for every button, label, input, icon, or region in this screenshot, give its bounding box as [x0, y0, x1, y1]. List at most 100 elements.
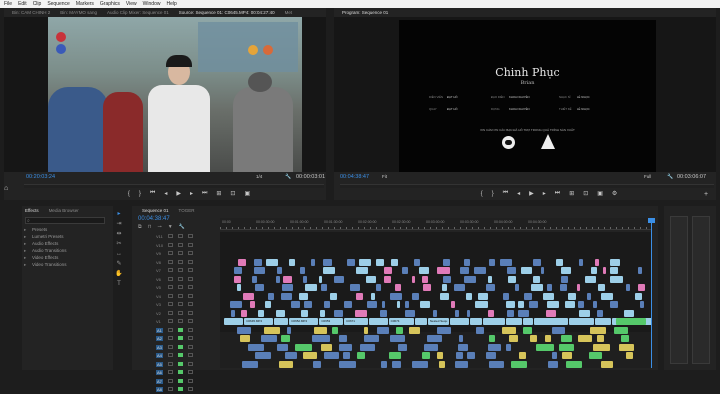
eye-icon[interactable] [188, 361, 193, 366]
pen-tool-icon[interactable]: ✎ [115, 260, 123, 268]
timeline-clip[interactable] [506, 318, 523, 325]
lock-icon[interactable] [168, 268, 173, 272]
lock-icon[interactable] [168, 302, 173, 306]
timeline-clip[interactable] [540, 267, 544, 274]
eye-icon[interactable] [188, 378, 193, 383]
track-name[interactable]: V3 [156, 302, 161, 307]
timeline-clip[interactable] [412, 292, 419, 300]
eye-icon[interactable] [188, 336, 193, 340]
timeline-clip[interactable] [546, 301, 560, 308]
lock-icon[interactable] [168, 387, 173, 391]
timeline-clip[interactable] [240, 309, 247, 317]
linked-selection-icon[interactable]: ⊸ [157, 224, 161, 230]
razor-tool-icon[interactable]: ✂ [115, 240, 123, 248]
timeline-clip[interactable] [545, 309, 557, 317]
timeline-clip[interactable] [593, 343, 610, 351]
frame-back-icon[interactable]: ◂ [164, 190, 167, 197]
timeline-clip[interactable] [566, 360, 582, 368]
timeline-clip[interactable] [233, 275, 242, 283]
eye-icon[interactable] [188, 293, 193, 298]
timeline-clip[interactable] [529, 335, 538, 342]
menu-item-window[interactable]: Window [143, 0, 161, 8]
program-quality[interactable]: Full [644, 174, 651, 179]
timeline-clip[interactable] [469, 318, 482, 325]
frame-forward-icon[interactable]: ▸ [543, 190, 546, 197]
timeline-clip[interactable] [594, 318, 611, 325]
timeline-clip[interactable] [312, 335, 330, 342]
menu-item-edit[interactable]: Edit [18, 0, 27, 8]
effects-tab-0[interactable]: Effects [25, 208, 39, 213]
timeline-clip[interactable] [544, 335, 551, 342]
timeline-clip[interactable] [346, 258, 355, 266]
snap-icon[interactable]: ⊓ [148, 224, 152, 230]
insert-icon[interactable]: ⊞ [216, 190, 221, 197]
timeline-clip[interactable] [301, 309, 308, 317]
sync-icon[interactable] [178, 302, 183, 306]
timeline-clip[interactable] [637, 267, 643, 274]
track-select-icon[interactable]: ⇥ [115, 220, 123, 228]
eye-icon[interactable] [188, 370, 193, 374]
menu-item-graphics[interactable]: Graphics [100, 0, 120, 8]
timeline-clip[interactable] [437, 352, 443, 359]
timeline-clip[interactable] [236, 284, 241, 291]
track-name[interactable]: A5 [156, 361, 163, 367]
timeline-clip[interactable] [260, 335, 278, 342]
play-icon[interactable]: ▶ [176, 190, 181, 197]
play-icon[interactable]: ▶ [529, 190, 534, 197]
timeline-clip[interactable] [323, 352, 340, 359]
step-back-icon[interactable]: ⏮ [150, 190, 155, 197]
source-tab-0[interactable]: Bin: CAM CHINH 2 [12, 10, 50, 15]
timeline-clip[interactable]: C0653 [319, 318, 344, 325]
timeline-clip[interactable]: C0645.MP4 [244, 318, 274, 325]
timeline-clip[interactable] [487, 309, 494, 317]
timeline-clip[interactable] [616, 318, 646, 325]
timeline-clip[interactable] [314, 326, 328, 334]
timeline-clip[interactable] [506, 301, 515, 308]
menu-item-file[interactable]: File [4, 0, 12, 8]
timeline-clip[interactable] [350, 284, 360, 291]
timeline-clip[interactable] [409, 326, 421, 334]
lift-icon[interactable]: ⊞ [569, 190, 574, 197]
menu-item-sequence[interactable]: Sequence [47, 0, 70, 8]
menu-item-view[interactable]: View [126, 0, 137, 8]
timeline-clip[interactable] [475, 326, 484, 334]
extract-icon[interactable]: ⊡ [583, 190, 588, 197]
eye-icon[interactable] [188, 327, 193, 332]
timeline-clip[interactable] [589, 326, 607, 334]
track-name[interactable]: A8 [156, 387, 163, 392]
timeline-clip[interactable] [487, 275, 493, 283]
timeline-clip[interactable] [485, 284, 495, 291]
track-name[interactable]: V2 [156, 311, 161, 316]
timeline-clip[interactable] [338, 360, 357, 368]
timeline-clip[interactable] [286, 326, 291, 334]
lock-icon[interactable] [168, 336, 173, 340]
timeline-clip[interactable] [610, 258, 621, 266]
timeline-clip[interactable] [551, 352, 557, 359]
timeline-clip[interactable] [377, 326, 390, 334]
eye-icon[interactable] [188, 302, 193, 306]
timeline-clip[interactable] [274, 318, 289, 325]
timeline-clip[interactable] [364, 326, 369, 334]
timeline-clip[interactable] [253, 267, 266, 274]
lock-icon[interactable] [168, 285, 173, 289]
timeline-clip[interactable] [614, 326, 628, 334]
timeline-clip[interactable] [240, 335, 250, 342]
track-name[interactable]: A2 [156, 336, 163, 341]
timeline-clip[interactable] [487, 343, 502, 351]
timeline-clip[interactable] [418, 267, 429, 274]
timeline-clip[interactable] [414, 258, 421, 266]
timeline-clip[interactable] [324, 301, 331, 308]
timeline-clip[interactable] [523, 292, 533, 300]
timeline-timecode[interactable]: 00:04:38:47 [138, 216, 170, 222]
timeline-clip[interactable] [276, 309, 285, 317]
timeline-clip[interactable] [331, 326, 339, 334]
source-tab-3[interactable]: Source: Sequence 01: C0645.MP4: 00:04:27… [179, 10, 275, 15]
effects-folder[interactable]: Presets [22, 226, 113, 233]
timeline-clip[interactable] [276, 267, 283, 274]
effects-folder[interactable]: Video Effects [22, 254, 113, 261]
track-name[interactable]: V11 [156, 234, 163, 239]
timeline-clip[interactable] [519, 352, 527, 359]
timeline-clip[interactable] [414, 318, 427, 325]
timeline-clip[interactable] [450, 301, 456, 308]
timeline-clip[interactable] [578, 258, 584, 266]
